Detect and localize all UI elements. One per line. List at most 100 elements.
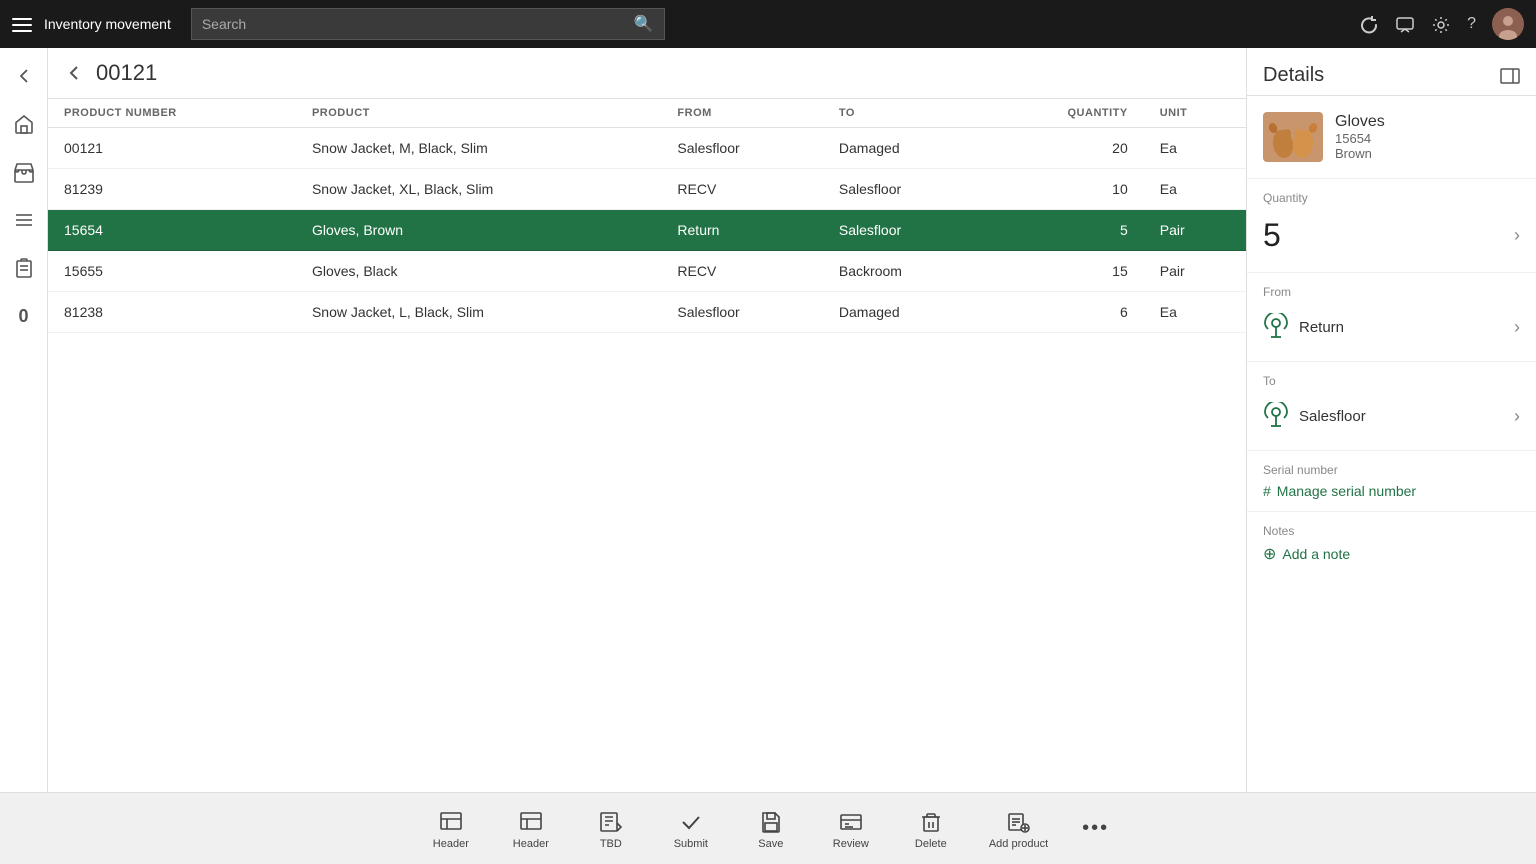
toolbar-review-button[interactable]: Review xyxy=(811,800,891,858)
submit-icon xyxy=(679,808,703,834)
toolbar-submit-button[interactable]: Submit xyxy=(651,800,731,858)
toolbar-delete-button[interactable]: Delete xyxy=(891,800,971,858)
notes-section: Notes ⊕ Add a note xyxy=(1247,512,1536,576)
table-header-row: PRODUCT NUMBER PRODUCT FROM TO QUANTITY … xyxy=(48,99,1246,128)
toolbar-review-label: Review xyxy=(833,838,869,850)
serial-number-label: Serial number xyxy=(1263,463,1520,477)
sidebar-zero-badge[interactable]: 0 xyxy=(4,296,44,336)
cell-from: RECV xyxy=(661,169,823,210)
save-icon xyxy=(759,808,783,834)
sidebar-back-icon[interactable] xyxy=(4,56,44,96)
hamburger-icon[interactable] xyxy=(12,13,32,34)
toolbar-header1-button[interactable]: Header xyxy=(411,800,491,858)
add-note-icon: ⊕ xyxy=(1263,544,1276,564)
cell-from: Return xyxy=(661,210,823,251)
sidebar: 0 xyxy=(0,48,48,792)
to-row: Salesfloor › xyxy=(1263,394,1520,438)
cell-quantity: 10 xyxy=(986,169,1144,210)
toolbar-header1-label: Header xyxy=(433,838,469,850)
from-section: From Return › xyxy=(1247,273,1536,362)
product-info: Gloves 15654 Brown xyxy=(1335,113,1385,161)
toolbar-tbd-label: TBD xyxy=(600,838,622,850)
cell-product: Gloves, Brown xyxy=(296,210,661,251)
table-body: 00121 Snow Jacket, M, Black, Slim Salesf… xyxy=(48,128,1246,333)
search-box[interactable]: 🔍 xyxy=(191,8,665,40)
toolbar-more-button[interactable]: ••• xyxy=(1066,809,1125,848)
to-chevron-icon[interactable]: › xyxy=(1514,406,1520,427)
main-layout: 0 00121 PRODUCT NUMBER PRODUCT FROM TO xyxy=(0,48,1536,792)
search-input[interactable] xyxy=(202,16,626,32)
toolbar-save-button[interactable]: Save xyxy=(731,800,811,858)
from-row: Return › xyxy=(1263,305,1520,349)
product-summary: Gloves 15654 Brown xyxy=(1247,96,1536,179)
details-expand-icon[interactable] xyxy=(1500,65,1520,86)
cell-product: Snow Jacket, L, Black, Slim xyxy=(296,292,661,333)
settings-icon[interactable] xyxy=(1431,13,1451,34)
cell-unit: Ea xyxy=(1144,128,1246,169)
sidebar-clipboard-icon[interactable] xyxy=(4,248,44,288)
manage-serial-text[interactable]: Manage serial number xyxy=(1277,483,1416,499)
quantity-section: Quantity 5 › xyxy=(1247,179,1536,273)
avatar[interactable] xyxy=(1492,8,1524,40)
from-value: Return xyxy=(1299,319,1344,336)
from-location-icon xyxy=(1263,313,1289,341)
cell-unit: Pair xyxy=(1144,210,1246,251)
header1-icon xyxy=(439,808,463,834)
to-location-icon xyxy=(1263,402,1289,430)
toolbar-add-product-button[interactable]: Add product xyxy=(971,800,1066,858)
table-row[interactable]: 81238 Snow Jacket, L, Black, Slim Salesf… xyxy=(48,292,1246,333)
cell-unit: Pair xyxy=(1144,251,1246,292)
quantity-chevron-icon[interactable]: › xyxy=(1514,225,1520,246)
toolbar-save-label: Save xyxy=(758,838,783,850)
cell-product: Snow Jacket, XL, Black, Slim xyxy=(296,169,661,210)
table-row[interactable]: 15655 Gloves, Black RECV Backroom 15 Pai… xyxy=(48,251,1246,292)
chat-icon[interactable] xyxy=(1395,13,1415,34)
help-icon[interactable]: ? xyxy=(1467,15,1476,33)
inventory-table-wrapper: PRODUCT NUMBER PRODUCT FROM TO QUANTITY … xyxy=(48,99,1246,792)
from-location: Return xyxy=(1263,313,1344,341)
col-quantity: QUANTITY xyxy=(986,99,1144,128)
product-id: 15654 xyxy=(1335,131,1385,146)
add-note-text[interactable]: Add a note xyxy=(1282,546,1350,562)
sidebar-menu-icon[interactable] xyxy=(4,200,44,240)
cell-to: Backroom xyxy=(823,251,986,292)
page-title: 00121 xyxy=(96,60,157,86)
cell-product: Gloves, Black xyxy=(296,251,661,292)
table-row[interactable]: 15654 Gloves, Brown Return Salesfloor 5 … xyxy=(48,210,1246,251)
back-button[interactable] xyxy=(64,62,84,85)
top-bar: Inventory movement 🔍 ? xyxy=(0,0,1536,48)
cell-quantity: 15 xyxy=(986,251,1144,292)
col-unit: UNIT xyxy=(1144,99,1246,128)
cell-quantity: 5 xyxy=(986,210,1144,251)
top-bar-actions: ? xyxy=(1359,8,1524,40)
toolbar-submit-label: Submit xyxy=(674,838,708,850)
cell-to: Salesfloor xyxy=(823,210,986,251)
notes-label: Notes xyxy=(1263,524,1520,538)
toolbar-tbd-button[interactable]: TBD xyxy=(571,800,651,858)
delete-icon xyxy=(919,808,943,834)
content-area: 00121 PRODUCT NUMBER PRODUCT FROM TO QUA… xyxy=(48,48,1246,792)
serial-number-section: Serial number # Manage serial number xyxy=(1247,451,1536,512)
table-row[interactable]: 81239 Snow Jacket, XL, Black, Slim RECV … xyxy=(48,169,1246,210)
toolbar-header2-button[interactable]: Header xyxy=(491,800,571,858)
search-icon: 🔍 xyxy=(634,14,654,34)
product-image xyxy=(1263,112,1323,162)
table-row[interactable]: 00121 Snow Jacket, M, Black, Slim Salesf… xyxy=(48,128,1246,169)
from-chevron-icon[interactable]: › xyxy=(1514,317,1520,338)
cell-from: RECV xyxy=(661,251,823,292)
manage-serial-link[interactable]: # Manage serial number xyxy=(1263,483,1520,499)
product-variant: Brown xyxy=(1335,146,1385,161)
sidebar-store-icon[interactable] xyxy=(4,152,44,192)
header2-icon xyxy=(519,808,543,834)
more-icon: ••• xyxy=(1082,817,1109,840)
refresh-icon[interactable] xyxy=(1359,13,1379,34)
cell-product-number: 00121 xyxy=(48,128,296,169)
sidebar-home-icon[interactable] xyxy=(4,104,44,144)
add-note-link[interactable]: ⊕ Add a note xyxy=(1263,544,1520,564)
to-label: To xyxy=(1263,374,1520,388)
col-product-number: PRODUCT NUMBER xyxy=(48,99,296,128)
quantity-label: Quantity xyxy=(1263,191,1520,205)
cell-product: Snow Jacket, M, Black, Slim xyxy=(296,128,661,169)
to-section: To Salesfloor › xyxy=(1247,362,1536,451)
cell-product-number: 15654 xyxy=(48,210,296,251)
